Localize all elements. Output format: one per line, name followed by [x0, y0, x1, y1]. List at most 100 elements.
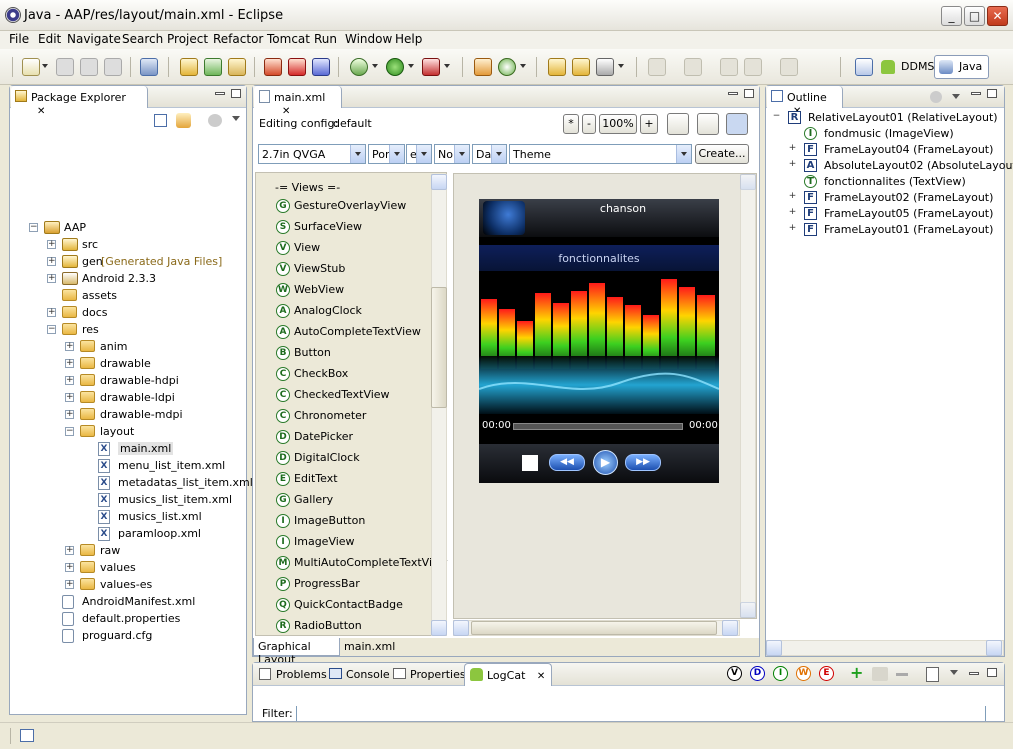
palette-item[interactable]: V View — [276, 241, 320, 259]
collapse-icon[interactable]: − — [47, 325, 56, 334]
debug-icon[interactable] — [350, 58, 368, 76]
palette-item[interactable]: C CheckedTextView — [276, 388, 390, 406]
scroll-up-icon[interactable] — [431, 174, 447, 190]
minimize-icon[interactable] — [971, 92, 981, 95]
tab-logcat[interactable]: LogCat ✕ — [464, 663, 553, 686]
clear-log-icon[interactable] — [926, 667, 939, 682]
scroll-left-icon[interactable] — [766, 640, 782, 656]
maximize-icon[interactable] — [231, 89, 241, 98]
expand-icon[interactable]: + — [47, 274, 56, 283]
close-icon[interactable]: ✕ — [282, 106, 290, 117]
maximize-icon[interactable] — [987, 89, 997, 98]
menu-file[interactable]: File — [9, 32, 29, 46]
palette-item[interactable]: B Button — [276, 346, 331, 364]
expand-icon[interactable]: + — [47, 240, 56, 249]
stop-icon[interactable] — [522, 455, 538, 471]
expand-icon[interactable]: + — [65, 376, 74, 385]
menu-refactor[interactable]: Refactor — [213, 32, 263, 46]
collapse-icon[interactable]: − — [29, 223, 38, 232]
minimize-button[interactable]: _ — [941, 6, 962, 26]
minimize-icon[interactable] — [215, 92, 225, 95]
expand-icon[interactable]: + — [788, 208, 797, 218]
expand-icon[interactable]: + — [65, 580, 74, 589]
palette-item[interactable]: C CheckBox — [276, 367, 348, 385]
zoom-level[interactable]: 100% — [599, 114, 637, 134]
open-perspective-icon[interactable] — [855, 58, 873, 76]
palette-item[interactable]: M MultiAutoCompleteTextView — [276, 556, 448, 574]
maximize-icon[interactable] — [987, 668, 997, 677]
palette-item[interactable]: E EditText — [276, 472, 338, 490]
palette-item[interactable]: Q QuickContactBadge — [276, 598, 403, 616]
new-interface-icon[interactable] — [498, 58, 516, 76]
scroll-down-icon[interactable] — [431, 620, 447, 636]
expand-icon[interactable]: + — [65, 563, 74, 572]
debug-tomcat-icon[interactable] — [264, 58, 282, 76]
print-icon[interactable] — [104, 58, 122, 76]
expand-icon[interactable]: + — [65, 393, 74, 402]
run-icon[interactable] — [386, 58, 404, 76]
log-debug-button[interactable]: D — [750, 666, 765, 681]
language-select[interactable]: e — [406, 144, 432, 164]
log-info-button[interactable]: I — [773, 666, 788, 681]
view-menu-icon[interactable] — [208, 114, 222, 127]
open-type-icon[interactable] — [548, 58, 566, 76]
menu-tomcat[interactable]: Tomcat — [267, 32, 310, 46]
tab-graphical-layout[interactable]: Graphical Layout — [253, 638, 340, 666]
expand-icon[interactable]: + — [65, 342, 74, 351]
add-filter-icon[interactable]: + — [850, 665, 864, 681]
annotation-prev-icon[interactable] — [684, 58, 702, 76]
palette-item[interactable]: V ViewStub — [276, 262, 345, 280]
palette-item[interactable]: D DigitalClock — [276, 451, 360, 469]
last-edit-icon[interactable] — [720, 58, 738, 76]
tab-xml-source[interactable]: main.xml — [344, 640, 395, 653]
tab-problems[interactable]: Problems — [254, 663, 333, 685]
canvas-hscroll-thumb[interactable] — [471, 621, 717, 635]
view-menu-icon[interactable] — [930, 91, 942, 103]
palette-item[interactable]: I ImageButton — [276, 514, 365, 532]
perspective-java[interactable]: Java — [934, 55, 990, 79]
new-class-icon[interactable] — [228, 58, 246, 76]
zoom-in-button[interactable]: + — [640, 114, 658, 134]
annotation-next-icon[interactable] — [648, 58, 666, 76]
log-verbose-button[interactable]: V — [727, 666, 742, 681]
tab-properties[interactable]: Properties — [388, 663, 472, 685]
palette-item[interactable]: S SurfaceView — [276, 220, 362, 238]
menu-run[interactable]: Run — [314, 32, 337, 46]
palette-scroll-thumb[interactable] — [431, 287, 447, 408]
collapse-all-icon[interactable] — [154, 114, 167, 127]
device-select[interactable]: 2.7in QVGA — [258, 144, 366, 164]
orientation-select[interactable]: Por — [368, 144, 405, 164]
clip-icon[interactable] — [697, 113, 719, 135]
fit-screen-icon[interactable] — [667, 113, 689, 135]
scroll-up-icon[interactable] — [740, 174, 756, 190]
tab-console[interactable]: Console — [324, 663, 396, 685]
tab-main-xml[interactable]: main.xml ✕ — [254, 86, 342, 117]
night-select[interactable]: Da — [472, 144, 507, 164]
filter-input[interactable] — [296, 706, 986, 721]
collapse-icon[interactable]: − — [772, 112, 781, 122]
fast-forward-icon[interactable]: ▶▶ — [625, 454, 661, 471]
expand-icon[interactable]: + — [47, 257, 56, 266]
new-java-project-icon[interactable] — [180, 58, 198, 76]
palette-item[interactable]: D DatePicker — [276, 430, 353, 448]
close-icon[interactable]: ✕ — [37, 106, 45, 117]
tab-outline[interactable]: Outline ✕ — [767, 86, 843, 117]
stop-tomcat-icon[interactable] — [288, 58, 306, 76]
expand-icon[interactable]: + — [47, 308, 56, 317]
collapse-icon[interactable]: − — [65, 427, 74, 436]
palette-item[interactable]: A AutoCompleteTextView — [276, 325, 421, 343]
restart-tomcat-icon[interactable] — [312, 58, 330, 76]
close-icon[interactable]: ✕ — [537, 671, 545, 682]
run-external-icon[interactable] — [422, 58, 440, 76]
menu-project[interactable]: Project — [167, 32, 208, 46]
expand-icon[interactable]: + — [788, 144, 797, 154]
save-all-icon[interactable] — [80, 58, 98, 76]
edit-filter-icon[interactable] — [872, 667, 888, 681]
chevron-down-icon[interactable] — [952, 94, 960, 99]
expand-icon[interactable]: + — [788, 224, 797, 234]
outline-hscrollbar[interactable] — [766, 640, 1004, 656]
expand-icon[interactable]: + — [65, 546, 74, 555]
palette-item[interactable]: R RadioButton — [276, 619, 362, 637]
palette-item[interactable]: W WebView — [276, 283, 344, 301]
remove-filter-icon[interactable] — [896, 673, 908, 676]
